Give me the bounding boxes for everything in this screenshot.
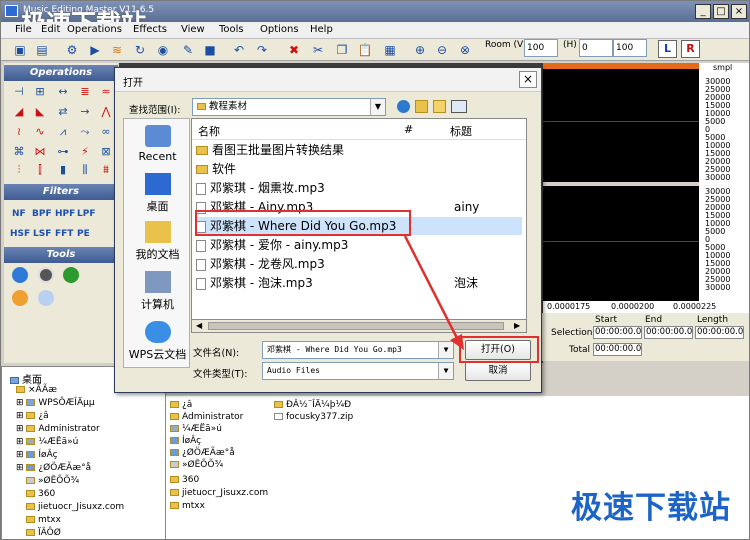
annotation-arrow xyxy=(403,235,464,350)
